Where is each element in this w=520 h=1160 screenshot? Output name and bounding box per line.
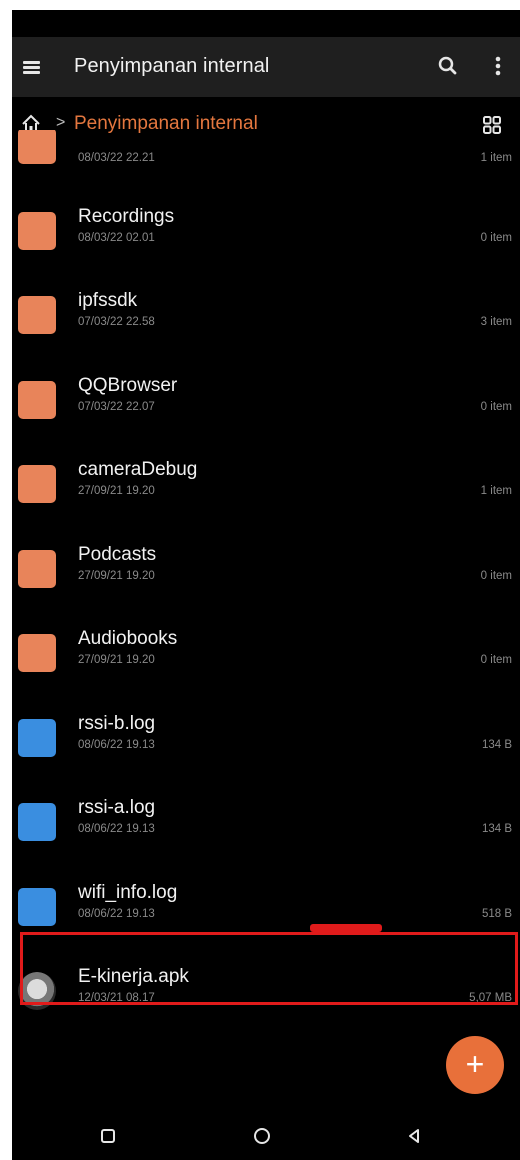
highlight-box bbox=[20, 932, 518, 1005]
folder-icon bbox=[18, 130, 56, 164]
item-name: Podcasts bbox=[78, 544, 157, 565]
item-meta: 134 B bbox=[481, 823, 512, 835]
log-file-icon bbox=[18, 719, 56, 757]
recent-apps-icon[interactable] bbox=[96, 1124, 120, 1148]
item-meta: 1 item bbox=[480, 152, 512, 164]
item-meta: 0 item bbox=[480, 654, 512, 666]
item-name: Audiobooks bbox=[78, 628, 178, 649]
item-meta: 134 B bbox=[481, 739, 512, 751]
item-name: rssi-b.log bbox=[78, 713, 156, 734]
item-date: 27/09/21 19.20 bbox=[78, 485, 155, 497]
item-date: 08/06/22 19.13 bbox=[78, 739, 155, 751]
item-meta: 0 item bbox=[480, 570, 512, 582]
item-name: Recordings bbox=[78, 206, 175, 227]
menu-icon[interactable] bbox=[20, 54, 46, 80]
list-item[interactable]: QQBrowser 07/03/22 22.07 0 item bbox=[12, 369, 520, 453]
item-meta: 1 item bbox=[480, 485, 512, 497]
screen: Penyimpanan internal > Penyimpanan inter… bbox=[12, 10, 520, 1160]
item-date: 27/09/21 19.20 bbox=[78, 570, 155, 582]
item-date: 27/09/21 19.20 bbox=[78, 654, 155, 666]
folder-icon bbox=[18, 381, 56, 419]
item-meta: 3 item bbox=[480, 316, 512, 328]
list-item[interactable]: rssi-b.log 08/06/22 19.13 134 B bbox=[12, 707, 520, 791]
item-name: wifi_info.log bbox=[78, 882, 178, 903]
log-file-icon bbox=[18, 888, 56, 926]
item-date: 07/03/22 22.58 bbox=[78, 316, 155, 328]
list-item[interactable]: Audiobooks 27/09/21 19.20 0 item bbox=[12, 622, 520, 706]
item-meta: 0 item bbox=[480, 401, 512, 413]
item-date: 08/03/22 02.01 bbox=[78, 232, 155, 244]
folder-icon bbox=[18, 550, 56, 588]
system-nav-bar bbox=[12, 1110, 520, 1160]
list-item[interactable]: Podcasts 27/09/21 19.20 0 item bbox=[12, 538, 520, 622]
list-item[interactable]: ipfssdk 07/03/22 22.58 3 item bbox=[12, 284, 520, 368]
folder-icon bbox=[18, 465, 56, 503]
nav-home-icon[interactable] bbox=[250, 1124, 274, 1148]
list-item[interactable]: cameraDebug 27/09/21 19.20 1 item bbox=[12, 453, 520, 537]
item-name: ipfssdk bbox=[78, 290, 138, 311]
more-vert-icon[interactable] bbox=[488, 53, 508, 79]
folder-icon bbox=[18, 296, 56, 334]
folder-icon bbox=[18, 634, 56, 672]
app-bar: Penyimpanan internal bbox=[12, 37, 520, 97]
item-name: cameraDebug bbox=[78, 459, 198, 480]
log-file-icon bbox=[18, 803, 56, 841]
item-name: rssi-a.log bbox=[78, 797, 156, 818]
page-title: Penyimpanan internal bbox=[74, 55, 270, 77]
folder-icon bbox=[18, 212, 56, 250]
item-date: 07/03/22 22.07 bbox=[78, 401, 155, 413]
search-icon[interactable] bbox=[435, 53, 461, 79]
list-item[interactable]: Recordings 08/03/22 02.01 0 item bbox=[12, 200, 520, 284]
item-meta: 518 B bbox=[481, 908, 512, 920]
item-date: 08/03/22 22.21 bbox=[78, 152, 155, 164]
highlight-handle bbox=[310, 924, 382, 932]
item-date: 08/06/22 19.13 bbox=[78, 908, 155, 920]
item-meta: 0 item bbox=[480, 232, 512, 244]
item-name: QQBrowser bbox=[78, 375, 178, 396]
list-item[interactable]: rssi-a.log 08/06/22 19.13 134 B bbox=[12, 791, 520, 875]
item-date: 08/06/22 19.13 bbox=[78, 823, 155, 835]
back-icon[interactable] bbox=[402, 1124, 426, 1148]
add-button[interactable]: + bbox=[446, 1036, 504, 1094]
